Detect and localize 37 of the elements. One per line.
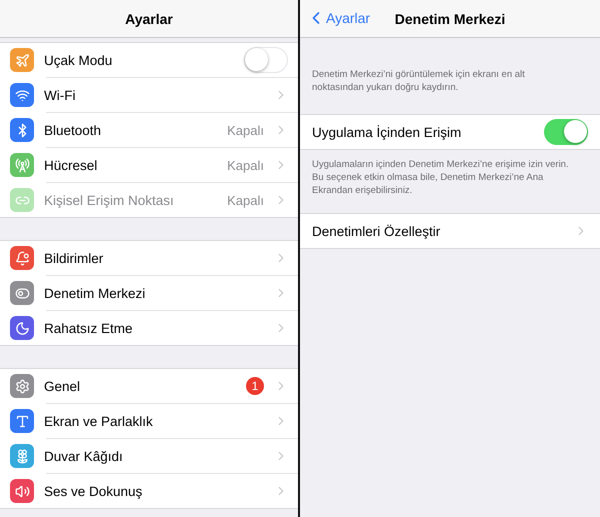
settings-row[interactable]: Denetim Merkezi <box>0 276 298 310</box>
notification-badge: 1 <box>246 377 264 395</box>
settings-row[interactable]: Genel 1 <box>0 369 298 403</box>
row-value: Kapalı <box>227 192 264 208</box>
section-footer: Uygulamaların içinden Denetim Merkezi’ne erişime izin verin. Bu seçenek etkin olmasa bile, Denetim Merkezi’ne Ana Ekrandan erişebilirsiniz. <box>300 158 600 197</box>
row-label: Genel <box>44 378 82 394</box>
settings-row[interactable]: Bluetooth Kapalı <box>0 113 298 147</box>
settings-row[interactable]: Ses ve Dokunuş <box>0 474 298 508</box>
row-label: Uygulama İçinden Erişim <box>312 124 462 140</box>
settings-row[interactable]: Duvar Kâğıdı <box>0 439 298 473</box>
row-label: Hücresel <box>44 158 98 172</box>
row-label: Denetimleri Özelleştir <box>312 224 442 238</box>
settings-row[interactable]: Uçak Modu <box>0 43 298 77</box>
row-value: Kapalı <box>227 158 264 172</box>
settings-row[interactable]: Rahatsız Etme <box>0 311 298 345</box>
row-label: Duvar Kâğıdı <box>44 448 124 464</box>
settings-row[interactable]: Uygulama İçinden Erişim <box>300 115 600 149</box>
toggle-switch[interactable] <box>544 119 588 145</box>
screen-title: Ayarlar <box>125 10 173 26</box>
row-label: Rahatsız Etme <box>44 320 134 336</box>
row-label: Uçak Modu <box>44 52 114 68</box>
row-label: Ses ve Dokunuş <box>44 484 144 498</box>
screen-title: Denetim Merkezi <box>394 10 506 26</box>
settings-row[interactable]: Wi-Fi <box>0 78 298 112</box>
row-label: Wi-Fi <box>44 88 76 102</box>
row-value: Kapalı <box>227 122 264 138</box>
settings-row[interactable]: Hücresel Kapalı <box>0 148 298 182</box>
settings-row[interactable]: Ekran ve Parlaklık <box>0 404 298 438</box>
row-label: Ekran ve Parlaklık <box>44 414 154 428</box>
settings-row[interactable]: Denetimleri Özelleştir <box>300 214 600 248</box>
row-label: Bildirimler <box>44 250 104 266</box>
row-label: Bluetooth <box>44 122 102 138</box>
settings-row[interactable]: Bildirimler <box>0 241 298 275</box>
row-label: Kişisel Erişim Noktası <box>44 192 175 208</box>
row-label: Denetim Merkezi <box>44 286 146 300</box>
back-button[interactable]: Ayarlar <box>306 8 370 28</box>
section-note: Denetim Merkezi’ni görüntülemek için ekranı en alt noktasından yukarı doğru kaydırın. <box>311 68 526 94</box>
